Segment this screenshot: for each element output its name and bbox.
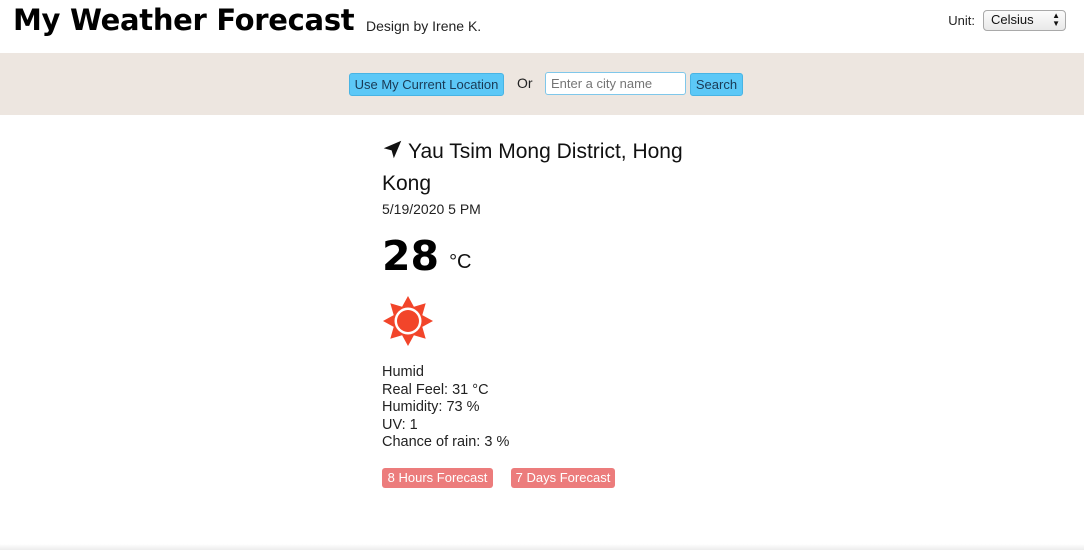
select-arrows-icon: ▲ ▼ — [1052, 11, 1060, 28]
weather-panel: Yau Tsim Mong District, Hong Kong 5/19/2… — [382, 136, 722, 488]
condition-text: Humid — [382, 364, 424, 380]
temperature-value: 28 — [382, 232, 440, 280]
temperature-unit: °C — [449, 251, 472, 273]
location-heading: Yau Tsim Mong District, Hong Kong — [382, 136, 722, 200]
real-feel-text: Real Feel: 31 °C — [382, 381, 489, 398]
uv-text: UV: 1 — [382, 416, 418, 433]
unit-select-value: Celsius — [991, 12, 1034, 27]
unit-select[interactable]: Celsius ▲ ▼ — [983, 10, 1066, 31]
unit-selector: Unit: Celsius ▲ ▼ — [948, 10, 1066, 31]
weather-details: Humid Real Feel: 31 °C Humidity: 73 % UV… — [382, 364, 722, 452]
or-text: Or — [517, 75, 533, 91]
forecast-buttons: 8 Hours Forecast 7 Days Forecast — [382, 467, 722, 488]
rain-chance-text: Chance of rain: 3 % — [382, 434, 510, 451]
use-current-location-button[interactable]: Use My Current Location — [349, 73, 504, 96]
app-header: My Weather Forecast Design by Irene K. U… — [0, 0, 1084, 53]
forecast-datetime: 5/19/2020 5 PM — [382, 201, 481, 217]
search-button[interactable]: Search — [690, 73, 743, 96]
search-bar: Use My Current Location Or Search — [0, 53, 1084, 115]
bottom-divider — [0, 544, 1084, 550]
location-arrow-icon — [383, 140, 402, 159]
unit-label: Unit: — [948, 13, 975, 28]
app-title: My Weather Forecast — [13, 3, 355, 37]
days-forecast-button[interactable]: 7 Days Forecast — [511, 467, 615, 488]
sun-icon — [383, 296, 433, 346]
city-search-input[interactable] — [545, 72, 686, 95]
location-name: Yau Tsim Mong District, Hong Kong — [382, 140, 683, 195]
hours-forecast-button[interactable]: 8 Hours Forecast — [382, 467, 493, 488]
temperature-row: 28 °C — [382, 231, 722, 277]
humidity-text: Humidity: 73 % — [382, 399, 480, 416]
byline: Design by Irene K. — [366, 18, 482, 34]
